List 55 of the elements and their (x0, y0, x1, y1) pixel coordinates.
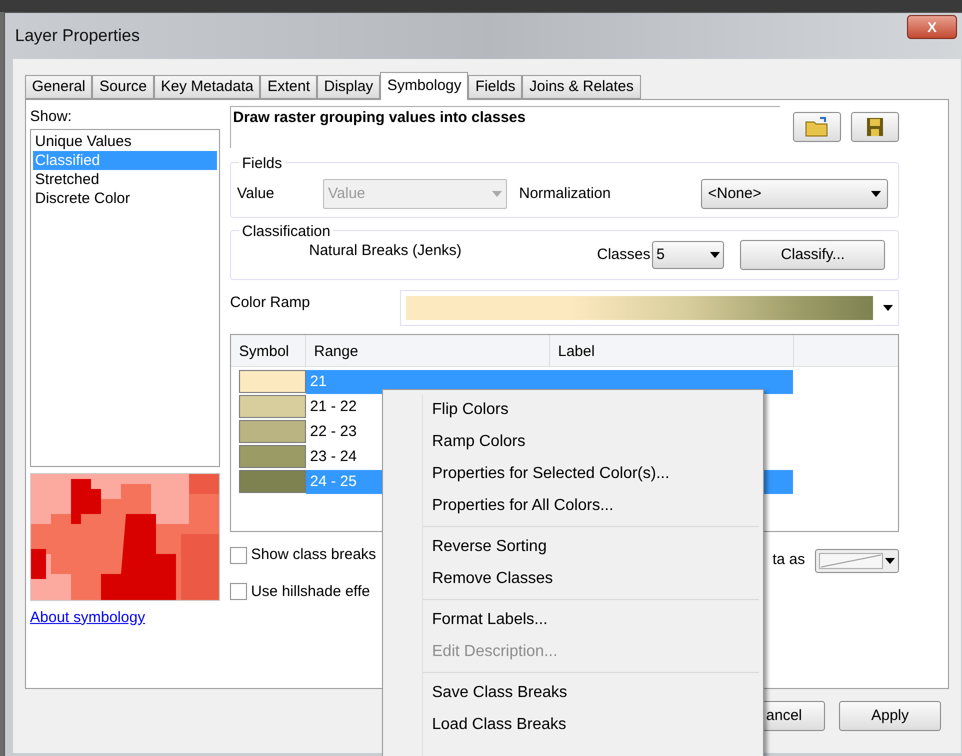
classes-label: Classes (597, 244, 650, 265)
symbol-swatch[interactable] (239, 420, 306, 443)
dropdown-caret-icon (885, 558, 895, 564)
menu-item[interactable]: Flip Colors (423, 394, 759, 426)
menu-item[interactable]: Properties for All Colors... (423, 490, 759, 522)
save-button[interactable] (851, 112, 899, 142)
dropdown-caret-icon (492, 191, 502, 197)
column-header[interactable]: Label (550, 335, 794, 366)
window-title: Layer Properties (15, 25, 140, 48)
tab[interactable]: Display (317, 75, 380, 99)
renderer-list-item[interactable]: Unique Values (33, 132, 217, 150)
dropdown-caret-icon (710, 252, 720, 258)
classification-method: Natural Breaks (Jenks) (309, 240, 463, 261)
menu-item[interactable]: Remove Classes (423, 563, 759, 595)
column-header[interactable]: Symbol (231, 335, 306, 366)
menu-item[interactable]: Format Labels... (423, 604, 759, 636)
menu-item[interactable]: Properties for Selected Color(s)... (423, 458, 759, 490)
dialog-button[interactable]: Apply (839, 701, 941, 731)
dropdown-caret-icon (871, 191, 881, 197)
tab[interactable]: Source (92, 75, 154, 99)
tab[interactable]: Key Metadata (154, 75, 260, 99)
color-ramp-dropdown[interactable] (400, 290, 899, 326)
classes-dropdown[interactable]: 5 (652, 241, 724, 269)
checkbox-label: Use hillshade effe (251, 582, 370, 602)
column-header[interactable]: Range (306, 335, 550, 366)
checkbox[interactable] (230, 546, 247, 564)
menu-item[interactable]: Ramp Colors (423, 426, 759, 458)
dropdown-caret-icon (883, 305, 893, 311)
symbol-swatch[interactable] (239, 395, 306, 418)
menu-item[interactable]: Reverse Sorting (423, 531, 759, 563)
checkbox[interactable] (230, 583, 247, 600)
tab[interactable]: Extent (260, 75, 317, 99)
field-label: Value (237, 184, 276, 204)
folder-icon (805, 117, 829, 137)
show-label: Show: (30, 107, 73, 127)
display-label: ta as (772, 550, 805, 570)
symbol-swatch[interactable] (239, 470, 306, 493)
color-ramp-label: Color Ramp (230, 292, 312, 313)
renderer-list-item[interactable]: Stretched (33, 170, 217, 188)
renderer-description: Draw raster grouping values into classes (233, 109, 526, 126)
renderer-list-item[interactable]: Discrete Color (33, 188, 217, 208)
tab[interactable]: Joins & Relates (522, 75, 641, 99)
symbol-swatch[interactable] (239, 370, 306, 393)
about-symbology-link[interactable]: About symbology (30, 606, 220, 629)
symbol-swatch[interactable] (239, 445, 306, 468)
open-folder-button[interactable] (793, 112, 841, 142)
field-label: Normalization (519, 184, 612, 204)
normalization-dropdown[interactable]: <None> (701, 179, 888, 209)
checkbox-label: Show class breaks (251, 545, 376, 565)
classify-button[interactable]: Classify... (740, 240, 886, 270)
tab[interactable]: Fields (468, 75, 522, 99)
line-preview-icon (819, 552, 883, 568)
tab[interactable]: General (25, 75, 92, 99)
line-style-dropdown[interactable] (815, 548, 899, 572)
tab[interactable]: Symbology (380, 72, 468, 100)
